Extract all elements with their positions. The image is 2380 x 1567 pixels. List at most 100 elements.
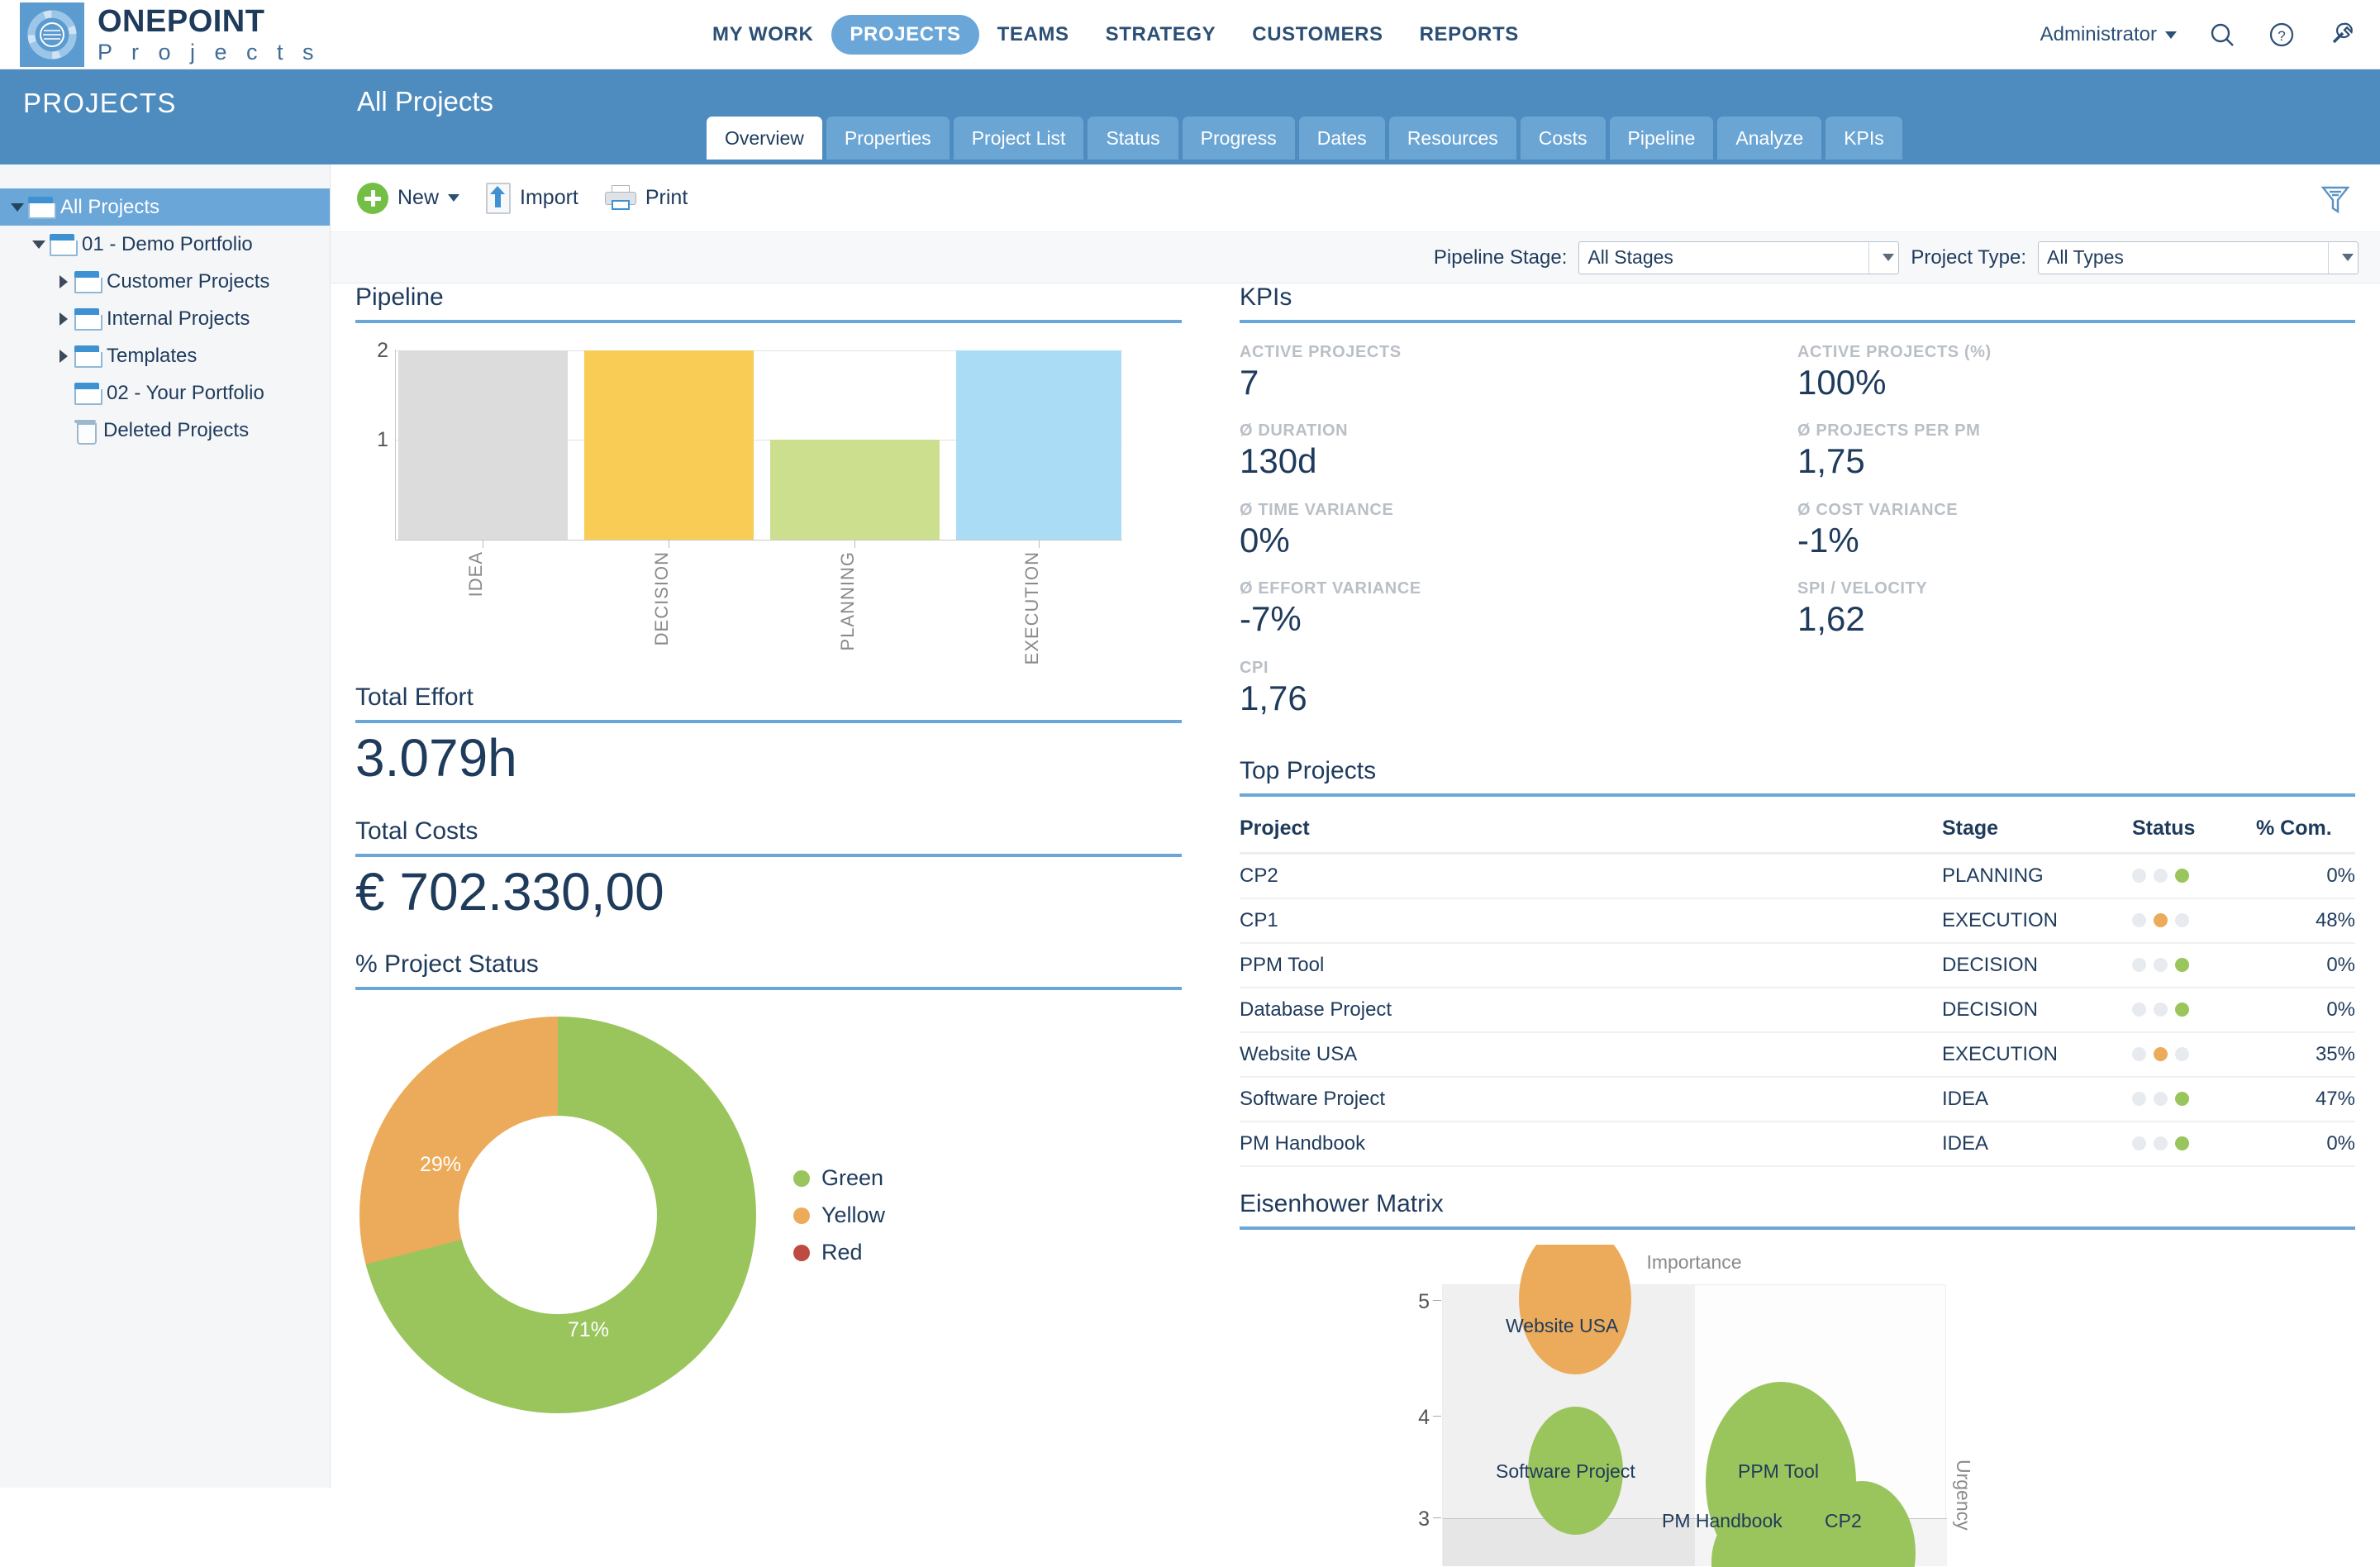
kpi-label: SPI / VELOCITY [1797,579,1928,598]
light-green [2175,1047,2189,1062]
col-header-project[interactable]: Project [1240,811,1942,855]
bubble-label-pm-handbook: PM Handbook [1662,1509,1783,1531]
project-status-title: % Project Status [355,950,539,979]
import-icon [486,182,512,214]
sidebar-item-your-portfolio[interactable]: 02 - Your Portfolio [0,374,330,412]
x-label-execution: EXECUTION [1021,551,1042,665]
svg-text:?: ? [2278,28,2285,44]
tab-costs[interactable]: Costs [1520,117,1606,160]
table-header-row: Project Stage Status % Com. [1240,811,2355,855]
eisenhower-x-axis-label: Importance [1646,1250,1742,1273]
pipeline-stage-select[interactable]: All Stages [1578,241,1900,274]
kpi-grid: ACTIVE PROJECTS 7 ACTIVE PROJECTS (%) 10… [1240,343,2355,737]
sidebar-item-label: 01 - Demo Portfolio [82,232,253,255]
legend-item-green[interactable]: Green [793,1165,885,1191]
nav-item-projects[interactable]: PROJECTS [831,15,979,55]
table-row[interactable]: CP2 PLANNING 0% [1240,853,2355,899]
user-menu[interactable]: Administrator [2040,23,2177,46]
legend-swatch-green [793,1169,810,1187]
table-row[interactable]: PPM Tool DECISION 0% [1240,942,2355,988]
eisenhower-panel: Eisenhower Matrix Importance Website USA… [1240,1190,2355,1567]
import-button[interactable]: Import [486,182,578,214]
nav-item-teams[interactable]: TEAMS [979,15,1088,55]
project-type-select[interactable]: All Types [2038,241,2359,274]
sidebar-item-templates[interactable]: Templates [0,337,330,374]
onepoint-logo-icon [20,2,84,67]
col-header-status[interactable]: Status [2132,811,2256,855]
tab-progress[interactable]: Progress [1182,117,1295,160]
sidebar-item-demo-portfolio[interactable]: 01 - Demo Portfolio [0,226,330,263]
folder-icon [28,197,56,219]
chevron-down-icon[interactable] [1868,241,1898,274]
funnel-icon[interactable] [2319,183,2352,216]
cell-pct: 0% [2256,853,2355,899]
kpi-cpi: CPI 1,76 [1240,659,1797,719]
table-row[interactable]: CP1 EXECUTION 48% [1240,898,2355,944]
print-button[interactable]: Print [604,184,688,212]
left-column: Pipeline 2 1 IDEA DECISION PLANNING EXEC… [355,283,1182,1414]
cell-status [2132,1076,2256,1122]
new-button[interactable]: New [357,182,460,214]
nav-item-reports[interactable]: REPORTS [1402,15,1537,55]
bar-decision[interactable] [584,350,754,540]
tab-resources[interactable]: Resources [1388,117,1516,160]
cell-stage: IDEA [1942,1121,2132,1167]
kpi-active-projects-pct: ACTIVE PROJECTS (%) 100% [1797,343,2355,403]
folder-icon [74,345,102,368]
search-icon[interactable] [2208,21,2236,49]
total-costs-panel: Total Costs € 702.330,00 [355,817,1182,923]
tab-kpis[interactable]: KPIs [1825,117,1902,160]
brand-subname: P r o j e c t s [98,39,321,64]
bar-execution[interactable] [956,350,1121,540]
nav-item-my-work[interactable]: MY WORK [694,15,831,55]
table-row[interactable]: PM Handbook IDEA 0% [1240,1121,2355,1167]
project-status-panel: % Project Status 29% 71% Green Yellow Re… [355,950,1182,1414]
bar-planning[interactable] [770,440,940,540]
col-header-stage[interactable]: Stage [1942,811,2132,855]
legend-item-red[interactable]: Red [793,1240,885,1265]
tools-icon[interactable] [2327,21,2355,49]
y-tick-mark [1433,1517,1441,1518]
tab-project-list[interactable]: Project List [953,117,1084,160]
table-row[interactable]: Software Project IDEA 47% [1240,1076,2355,1122]
cell-pct: 47% [2256,1076,2355,1122]
brand-logo[interactable]: ONEPOINT P r o j e c t s [20,2,321,67]
light-red [2132,1047,2146,1062]
bar-idea[interactable] [398,350,568,540]
legend-label-yellow: Yellow [821,1203,886,1228]
col-header-pct[interactable]: % Com. [2256,811,2355,855]
table-row[interactable]: Website USA EXECUTION 35% [1240,1031,2355,1078]
twisty-right-icon[interactable] [53,274,74,288]
twisty-down-icon[interactable] [7,202,28,212]
tab-analyze[interactable]: Analyze [1717,117,1822,160]
nav-item-strategy[interactable]: STRATEGY [1088,15,1235,55]
cell-status [2132,1031,2256,1078]
chevron-down-icon[interactable] [2328,241,2358,274]
sidebar-item-internal-projects[interactable]: Internal Projects [0,300,330,337]
twisty-right-icon[interactable] [53,349,74,363]
nav-item-customers[interactable]: CUSTOMERS [1234,15,1401,55]
folder-icon [74,308,102,331]
sidebar-item-deleted-projects[interactable]: Deleted Projects [0,412,330,449]
sidebar-item-label: Internal Projects [107,307,250,330]
kpi-value: 1,62 [1797,599,1865,639]
tab-status[interactable]: Status [1088,117,1178,160]
table-row[interactable]: Database Project DECISION 0% [1240,987,2355,1033]
help-icon[interactable]: ? [2268,21,2296,49]
y-tick-2: 2 [377,339,388,362]
sidebar-item-customer-projects[interactable]: Customer Projects [0,263,330,300]
cell-status [2132,898,2256,944]
tab-pipeline[interactable]: Pipeline [1609,117,1714,160]
x-tick [854,540,855,548]
tab-dates[interactable]: Dates [1298,117,1385,160]
kpi-label: CPI [1240,658,1269,677]
tab-properties[interactable]: Properties [826,117,950,160]
sidebar-item-all-projects[interactable]: All Projects [0,188,330,226]
twisty-down-icon[interactable] [28,240,50,249]
user-name: Administrator [2040,23,2157,45]
legend-item-yellow[interactable]: Yellow [793,1203,885,1228]
twisty-right-icon[interactable] [53,312,74,326]
pipeline-panel-title: Pipeline [355,283,444,311]
tab-overview[interactable]: Overview [707,117,822,160]
kpi-effort-variance: Ø EFFORT VARIANCE -7% [1240,579,1797,640]
